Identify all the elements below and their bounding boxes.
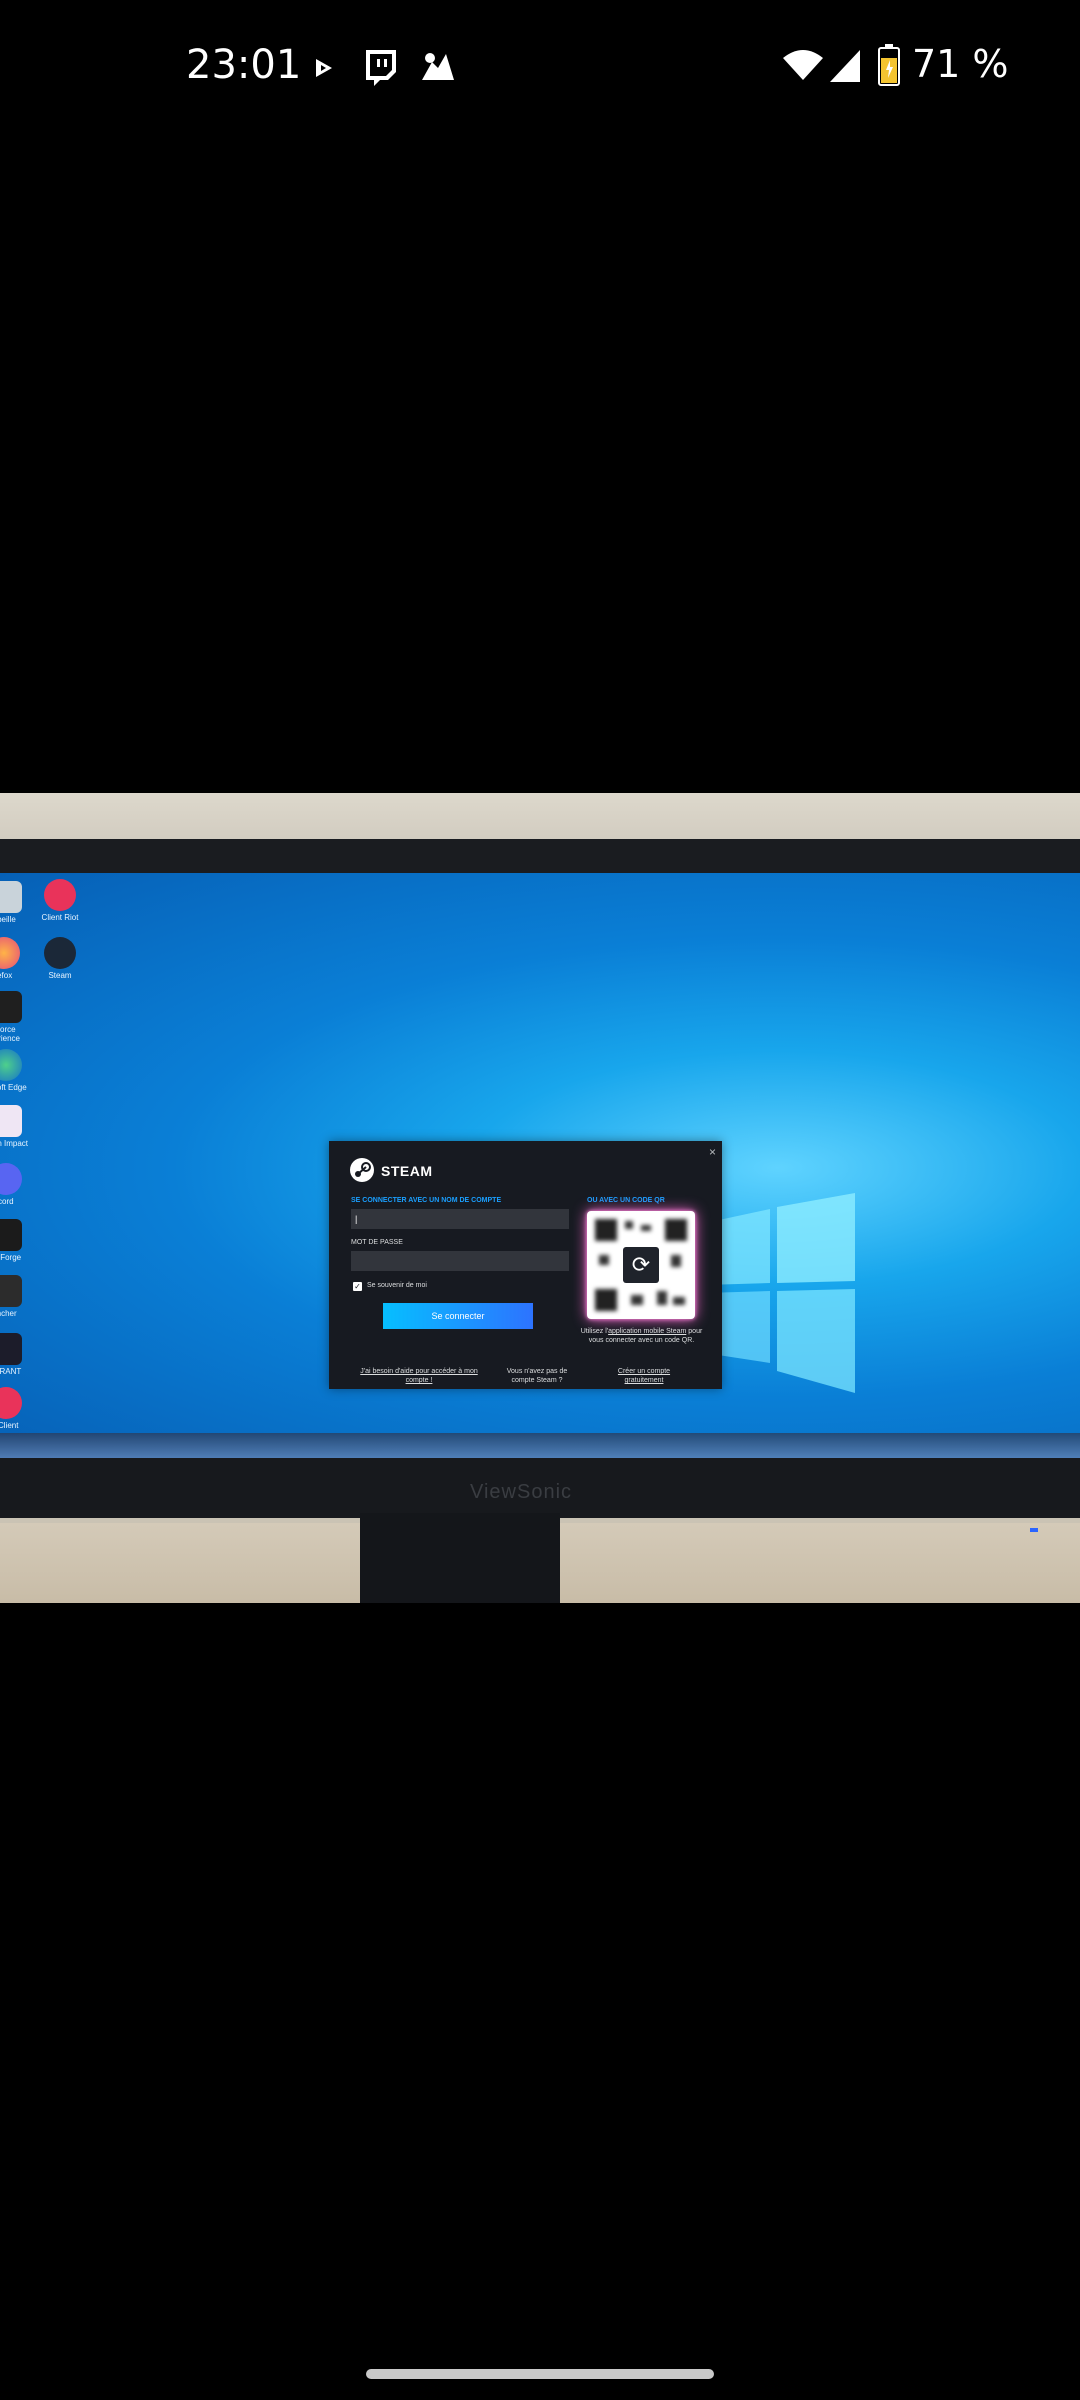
geforce-icon[interactable] bbox=[0, 991, 22, 1023]
desktop-screen: Corbeille Client Riot Firefox Steam GeFo… bbox=[0, 873, 1080, 1463]
desktop-icon-label: Riot Client bbox=[0, 1421, 19, 1430]
valorant-icon[interactable] bbox=[0, 1333, 22, 1365]
qr-section-label: OU AVEC UN CODE QR bbox=[587, 1197, 665, 1204]
power-led bbox=[1030, 1528, 1038, 1532]
edge-icon[interactable] bbox=[0, 1049, 22, 1081]
close-icon[interactable]: × bbox=[709, 1145, 716, 1159]
signal-icon bbox=[830, 50, 860, 82]
monitor-stand bbox=[360, 1513, 560, 1603]
monitor-brand: ViewSonic bbox=[470, 1481, 573, 1503]
qr-help-prefix: Utilisez l' bbox=[580, 1328, 609, 1335]
discord-icon[interactable] bbox=[0, 1163, 22, 1195]
riot-client-icon[interactable] bbox=[44, 879, 76, 911]
curseforge-icon[interactable] bbox=[0, 1219, 22, 1251]
wifi-icon bbox=[783, 50, 823, 80]
username-section-label: SE CONNECTER AVEC UN NOM DE COMPTE bbox=[351, 1197, 502, 1204]
desktop-icon-label: Corbeille bbox=[0, 915, 16, 924]
password-input[interactable] bbox=[351, 1251, 569, 1271]
steam-logo-icon bbox=[350, 1158, 374, 1182]
play-icon bbox=[316, 59, 332, 77]
status-bar: 23:01 71 % bbox=[0, 0, 1080, 140]
no-account-text: Vous n'avez pas de compte Steam ? bbox=[506, 1368, 568, 1384]
battery-percent: 71 % bbox=[912, 42, 1009, 86]
launcher-icon[interactable] bbox=[0, 1275, 22, 1307]
desktop-icon-label: GeForce Experience bbox=[0, 1025, 21, 1043]
desktop-icon-label: Client Riot bbox=[41, 913, 79, 922]
notification-icon bbox=[422, 53, 454, 80]
taskbar bbox=[0, 1433, 1080, 1459]
remember-me-checkbox[interactable]: ✓ bbox=[353, 1282, 362, 1291]
desktop-icon-label: Discord bbox=[0, 1197, 14, 1206]
username-input[interactable]: | bbox=[351, 1209, 569, 1229]
desktop-icon-label: Genshin Impact bbox=[0, 1139, 29, 1148]
riot-client-icon-2[interactable] bbox=[0, 1387, 22, 1419]
twitch-icon bbox=[366, 50, 396, 86]
help-link[interactable]: J'ai besoin d'aide pour accéder à mon co… bbox=[359, 1367, 479, 1385]
remember-me-label: Se souvenir de moi bbox=[367, 1282, 427, 1289]
desktop-icon-label: VALORANT bbox=[0, 1367, 22, 1376]
recycle-bin-icon[interactable] bbox=[0, 881, 22, 913]
password-label: MOT DE PASSE bbox=[351, 1239, 403, 1246]
steam-login-dialog: × STEAM SE CONNECTER AVEC UN NOM DE COMP… bbox=[329, 1141, 722, 1389]
refresh-icon[interactable]: ⟳ bbox=[623, 1247, 659, 1283]
steam-title: STEAM bbox=[381, 1163, 433, 1179]
create-account-link[interactable]: Créer un compte gratuitement bbox=[599, 1367, 689, 1385]
desktop-icon-label: Launcher bbox=[0, 1309, 17, 1318]
qr-code: ⟳ bbox=[587, 1211, 695, 1319]
battery-icon bbox=[878, 44, 900, 86]
desktop-icon-label: Firefox bbox=[0, 971, 13, 980]
home-indicator[interactable] bbox=[366, 2369, 714, 2379]
login-button[interactable]: Se connecter bbox=[383, 1303, 533, 1329]
desktop-icon-label: Microsoft Edge bbox=[0, 1083, 27, 1092]
qr-help-text: Utilisez l'application mobile Steam pour… bbox=[579, 1327, 704, 1345]
steam-icon[interactable] bbox=[44, 937, 76, 969]
genshin-icon[interactable] bbox=[0, 1105, 22, 1137]
desktop-icon-label: CurseForge bbox=[0, 1253, 22, 1262]
firefox-icon[interactable] bbox=[0, 937, 20, 969]
steam-mobile-app-link[interactable]: application mobile Steam bbox=[608, 1328, 686, 1335]
status-time: 23:01 bbox=[186, 42, 302, 88]
monitor-photo: Corbeille Client Riot Firefox Steam GeFo… bbox=[0, 793, 1080, 1603]
windows-logo bbox=[705, 1193, 855, 1393]
desktop-icon-label: Steam bbox=[48, 971, 72, 980]
